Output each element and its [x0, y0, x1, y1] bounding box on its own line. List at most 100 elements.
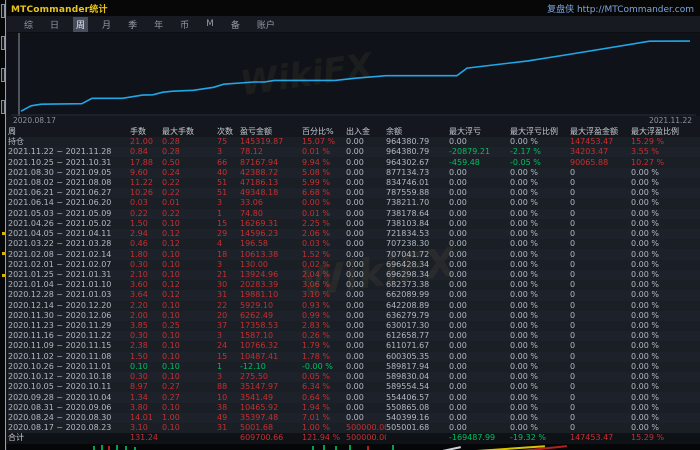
table-row[interactable]: 2021.04.26 ~ 2021.05.021.500.101516269.3… [8, 219, 700, 229]
table-row[interactable]: 2020.11.23 ~ 2020.11.293.850.253717358.5… [8, 321, 700, 331]
table-row[interactable]: 2021.02.08 ~ 2021.02.141.800.101810613.3… [8, 249, 700, 259]
table-row[interactable]: 2020.11.30 ~ 2020.12.062.000.10206262.49… [8, 311, 700, 321]
toolbar-button-icon[interactable] [1, 4, 5, 18]
cell-最大浮盈金额: 0 [570, 301, 631, 311]
cell-出入金: 0.00 [346, 270, 386, 280]
table-row[interactable]: 2021.06.14 ~ 2021.06.200.030.01333.060.0… [8, 198, 700, 208]
total-row[interactable]: 合计131.24609700.66121.94 %500000.00-16948… [8, 433, 700, 443]
brand-link[interactable]: 复盘侠 http://MTCommander.com [547, 2, 694, 15]
cell-盈亏金额: 609700.66 [240, 433, 302, 443]
row-period-label: 持仓 [8, 137, 130, 147]
cell-百分比%: 9.94 % [302, 158, 346, 168]
table-row[interactable]: 持仓21.000.2875145319.8715.07 %0.00964380.… [8, 137, 700, 147]
cell-盈亏金额: 6262.49 [240, 311, 302, 321]
menu-item-5[interactable]: 季 [125, 17, 140, 32]
cell-最大浮亏: 0.00 [449, 239, 510, 249]
table-row[interactable]: 2020.10.05 ~ 2020.10.118.970.278835147.9… [8, 382, 700, 392]
cell-次数: 1 [217, 362, 240, 372]
table-row[interactable]: 2020.10.26 ~ 2020.11.010.100.101-12.10-0… [8, 362, 700, 372]
cell-手数: 8.97 [130, 382, 162, 392]
table-row[interactable]: 2021.10.25 ~ 2021.10.3117.880.506687167.… [8, 157, 700, 167]
menu-item-6[interactable]: 年 [151, 17, 166, 32]
cell-余额: 834746.01 [386, 178, 449, 188]
cell-手数: 0.30 [130, 372, 162, 382]
toolbar-button-icon[interactable] [1, 36, 5, 50]
row-period-label: 2021.04.05 ~ 2021.04.11 [8, 229, 130, 239]
cell-最大浮盈比例: 0.00 % [631, 352, 700, 362]
menu-item-1[interactable]: 综 [21, 17, 36, 32]
cell-最大手数: 0.25 [162, 321, 217, 331]
cell-余额: 600305.35 [386, 352, 449, 362]
cell-手数: 1.50 [130, 219, 162, 229]
table-row[interactable]: 2020.08.17 ~ 2020.08.233.100.10315001.68… [8, 423, 700, 433]
cell-出入金: 0.00 [346, 311, 386, 321]
table-row[interactable]: 2021.02.01 ~ 2021.02.070.300.103130.000.… [8, 260, 700, 270]
table-body: 持仓21.000.2875145319.8715.07 %0.00964380.… [8, 137, 700, 444]
cell-最大浮盈金额: 0 [570, 209, 631, 219]
cell-次数: 3 [217, 198, 240, 208]
table-row[interactable]: 2021.08.02 ~ 2021.08.0811.220.225147186.… [8, 178, 700, 188]
cell-最大浮亏: 0.00 [449, 219, 510, 229]
menu-item-10[interactable]: 账户 [254, 17, 278, 32]
table-row[interactable]: 2021.03.22 ~ 2021.03.280.460.124196.580.… [8, 239, 700, 249]
toolbar-button-icon[interactable] [1, 68, 5, 82]
table-row[interactable]: 2020.12.14 ~ 2020.12.202.200.10225929.10… [8, 301, 700, 311]
table-row[interactable]: 2020.10.12 ~ 2020.10.180.300.103275.500.… [8, 372, 700, 382]
cell-余额: 738178.64 [386, 209, 449, 219]
cell-最大手数: 0.12 [162, 239, 217, 249]
cell-次数: 66 [217, 158, 240, 168]
row-period-label: 2020.08.17 ~ 2020.08.23 [8, 423, 130, 433]
table-row[interactable]: 2020.11.02 ~ 2020.11.081.500.101510487.4… [8, 352, 700, 362]
cell-出入金: 0.00 [346, 137, 386, 147]
table-row[interactable]: 2020.11.16 ~ 2020.11.220.300.1031587.100… [8, 331, 700, 341]
mini-bar-mark [443, 446, 461, 450]
cell-出入金: 0.00 [346, 280, 386, 290]
cell-最大浮盈比例: 0.00 % [631, 188, 700, 198]
menu-item-8[interactable]: M [203, 18, 217, 30]
period-menu-bar: 综日周月季年币M备账户 [7, 16, 700, 33]
toolbar-button-icon[interactable] [1, 100, 5, 114]
cell-最大浮亏比例: 0.00 % [510, 290, 570, 300]
cell-最大浮盈金额: 0 [570, 280, 631, 290]
table-row[interactable]: 2021.11.22 ~ 2021.11.280.840.28378.120.0… [8, 147, 700, 157]
table-row[interactable]: 2020.08.31 ~ 2020.09.063.800.103810465.9… [8, 403, 700, 413]
cell-最大浮盈金额: 0 [570, 188, 631, 198]
cell-百分比%: -0.00 % [302, 362, 346, 372]
table-row[interactable]: 2021.08.30 ~ 2021.09.059.600.244042388.7… [8, 168, 700, 178]
table-row[interactable]: 2020.08.24 ~ 2020.08.3014.011.004935397.… [8, 413, 700, 423]
cell-百分比%: 2.04 % [302, 270, 346, 280]
cell-最大浮亏比例: -0.05 % [510, 158, 570, 168]
cell-最大浮盈比例: 0.00 % [631, 198, 700, 208]
menu-item-4[interactable]: 月 [99, 17, 114, 32]
cell-最大浮亏: 0.00 [449, 413, 510, 423]
table-row[interactable]: 2021.04.05 ~ 2021.04.112.940.122914596.2… [8, 229, 700, 239]
table-row[interactable]: 2020.11.09 ~ 2020.11.152.380.102410766.3… [8, 341, 700, 351]
cell-次数: 37 [217, 321, 240, 331]
cell-最大浮盈金额: 0 [570, 362, 631, 372]
cell-盈亏金额: 3541.49 [240, 393, 302, 403]
cell-盈亏金额: 10766.32 [240, 341, 302, 351]
cell-盈亏金额: 5001.68 [240, 423, 302, 433]
cell-百分比%: 0.01 % [302, 209, 346, 219]
table-row[interactable]: 2021.06.21 ~ 2021.06.2710.260.225149348.… [8, 188, 700, 198]
cell-最大浮亏: 0.00 [449, 280, 510, 290]
cell-最大浮亏: -459.48 [449, 158, 510, 168]
menu-item-2[interactable]: 日 [47, 17, 62, 32]
table-row[interactable]: 2021.05.03 ~ 2021.05.090.220.22174.800.0… [8, 209, 700, 219]
menu-item-7[interactable]: 币 [177, 17, 192, 32]
menu-item-3[interactable]: 周 [73, 17, 88, 32]
mini-bar-mark [116, 445, 118, 450]
cell-百分比%: 0.03 % [302, 239, 346, 249]
cell-出入金: 0.00 [346, 362, 386, 372]
row-period-label: 2021.08.02 ~ 2021.08.08 [8, 178, 130, 188]
table-row[interactable]: 2020.09.28 ~ 2020.10.041.340.27103541.49… [8, 392, 700, 402]
cell-余额: 964380.79 [386, 137, 449, 147]
cell-出入金: 0.00 [346, 239, 386, 249]
cell-余额: 540399.16 [386, 413, 449, 423]
table-row[interactable]: 2021.01.25 ~ 2021.01.312.100.102113924.9… [8, 270, 700, 280]
menu-item-9[interactable]: 备 [228, 17, 243, 32]
cell-次数: 24 [217, 341, 240, 351]
table-row[interactable]: 2020.12.28 ~ 2021.01.033.640.123119881.1… [8, 290, 700, 300]
table-row[interactable]: 2021.01.04 ~ 2021.01.103.600.123020283.3… [8, 280, 700, 290]
cell-最大浮亏: 0.00 [449, 341, 510, 351]
